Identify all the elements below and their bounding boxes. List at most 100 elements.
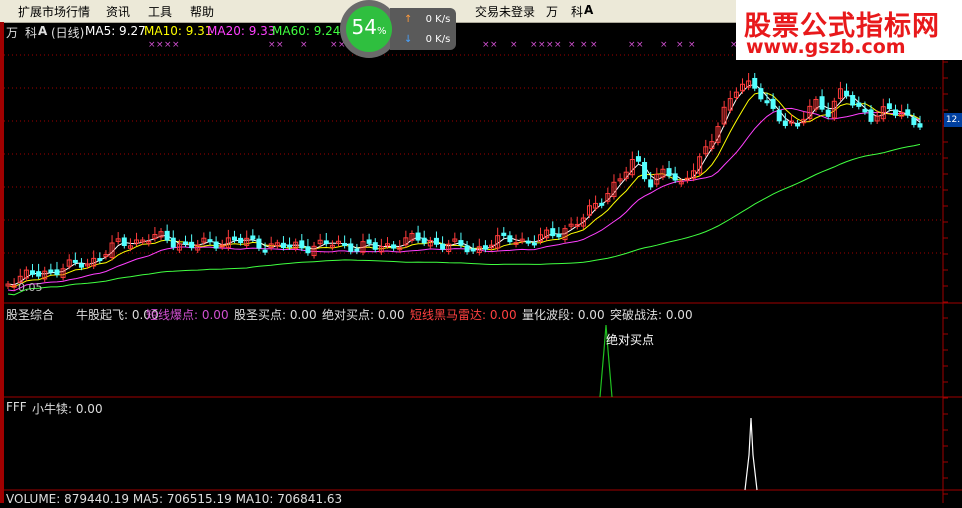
small-calf-signal-spike (744, 417, 758, 491)
candle-body (850, 95, 856, 106)
candle-body (825, 109, 831, 117)
candle-body (262, 249, 268, 253)
candle-body (482, 245, 488, 250)
candle-body (354, 248, 360, 252)
signal-x-marker: × (580, 40, 588, 50)
signal-x-marker: × (554, 40, 562, 50)
indicator2-title[interactable]: FFF (6, 400, 27, 414)
candle-body (550, 228, 556, 237)
candle-body (464, 245, 470, 253)
watermark-logo: 股票公式指标网 www.gszb.com (736, 0, 962, 60)
ma5-line (7, 83, 921, 286)
candle-body (421, 237, 427, 244)
candle-body (391, 244, 397, 249)
candle-body (599, 202, 605, 206)
signal-x-marker: × (660, 40, 668, 50)
signal-x-marker: × (546, 40, 554, 50)
signal-x-marker: × (490, 40, 498, 50)
network-speed-widget[interactable]: ↑ 0 K/s ↓ 0 K/s 54% (340, 0, 458, 60)
stock-name[interactable]: 科 (25, 24, 37, 41)
indicator1-title[interactable]: 股圣综合 (6, 306, 54, 323)
candle-body (819, 96, 825, 110)
candle-body (752, 77, 758, 89)
candle-body (280, 242, 286, 249)
candle-body (348, 243, 354, 252)
candle-body (440, 243, 446, 250)
signal-x-marker: × (510, 40, 518, 50)
candle-body (415, 232, 421, 241)
signal-x-marker: × (628, 40, 636, 50)
candle-body (238, 237, 244, 244)
signal-x-marker: × (268, 40, 276, 50)
candle-body (305, 246, 311, 254)
candle-body (893, 109, 899, 116)
kline-chart[interactable]: ××××××××××××××××××××××××××××× (0, 0, 962, 503)
indicator2-value: 小牛犊: 0.00 (32, 402, 103, 416)
signal-x-marker: × (590, 40, 598, 50)
candle-body (323, 240, 329, 245)
volume-values: VOLUME: 879440.19 MA5: 706515.19 MA10: 7… (6, 492, 343, 506)
watermark-url: www.gszb.com (746, 36, 906, 58)
indicator1-value-tupo: 突破战法: 0.00 (610, 308, 693, 322)
signal-x-marker: × (164, 40, 172, 50)
candle-body (764, 100, 770, 104)
candle-body (72, 259, 78, 263)
candle-body (54, 269, 60, 276)
min-price-label: 0.05 (18, 281, 43, 294)
candle-body (36, 271, 42, 277)
download-unit: K/s (435, 34, 451, 45)
ma60-value: MA60: 9.24 (272, 24, 341, 38)
candle-body (531, 242, 537, 246)
candle-body (770, 98, 776, 109)
candle-body (372, 242, 378, 250)
signal-x-marker: × (676, 40, 684, 50)
candle-body (911, 117, 917, 126)
candle-body (29, 270, 35, 275)
candle-body (97, 258, 103, 262)
candle-body (917, 123, 923, 128)
indicator2-info-line: FFF 小牛犊: 0.00 (0, 400, 200, 416)
candle-body (121, 237, 127, 247)
signal-x-marker: × (156, 40, 164, 50)
candle-body (795, 123, 801, 127)
candle-body (48, 269, 54, 273)
candle-body (342, 242, 348, 246)
wan-label: 万 (6, 26, 19, 40)
period-label[interactable]: (日线) (51, 24, 84, 41)
candle-body (782, 120, 788, 126)
download-speed: 0 (425, 34, 432, 45)
percent-unit: % (376, 26, 387, 37)
upload-speed: 0 (425, 14, 432, 25)
candle-body (862, 108, 868, 113)
candle-body (299, 240, 305, 249)
candle-body (170, 237, 176, 248)
candle-body (256, 238, 262, 249)
axis-ticks (943, 29, 948, 495)
ma10-value: MA10: 9.31 (144, 24, 213, 38)
candle-body (856, 102, 862, 107)
candle-body (758, 88, 764, 100)
signal-x-marker: × (330, 40, 338, 50)
candle-body (868, 109, 874, 122)
current-price-label: 12. (944, 113, 962, 127)
indicator1-info-line: 股圣综合 牛股起飞: 0.00 短线爆点: 0.00 股圣买点: 0.00 绝对… (0, 306, 700, 322)
signal-x-marker: × (482, 40, 490, 50)
candle-body (470, 248, 476, 252)
grid-lines (4, 54, 943, 254)
download-arrow-icon: ↓ (404, 34, 413, 45)
indicator1-value-duanxian: 短线爆点: 0.00 (146, 308, 229, 322)
candle-body (672, 173, 678, 181)
candle-body (525, 240, 531, 244)
memory-usage-circle: 54% (346, 6, 392, 52)
left-axis-bar (0, 22, 4, 503)
candle-body (905, 109, 911, 116)
candle-body (556, 234, 562, 238)
signal-x-marker: × (688, 40, 696, 50)
signal-x-marker: × (300, 40, 308, 50)
indicator1-value-juedui: 绝对买点: 0.00 (322, 308, 405, 322)
candle-body (501, 232, 507, 236)
candle-body (250, 235, 256, 240)
candle-body (666, 168, 672, 177)
signal-x-marker: × (276, 40, 284, 50)
candle-body (844, 90, 850, 97)
